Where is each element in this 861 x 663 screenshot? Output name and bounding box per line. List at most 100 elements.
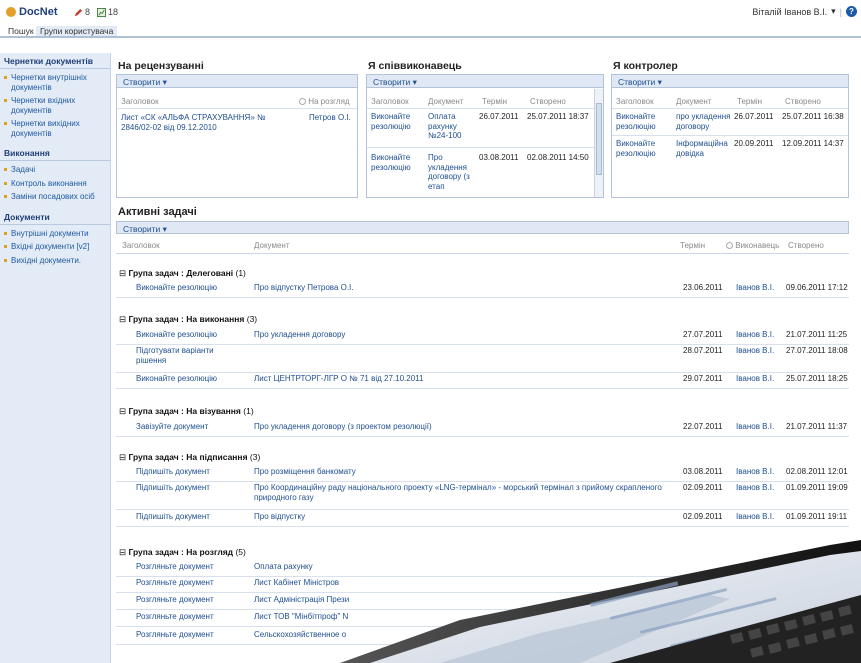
col-header-title[interactable]: Заголовок — [371, 97, 409, 106]
col-header-due[interactable]: Термін — [482, 97, 507, 106]
sidebar-item-substitutes[interactable]: Заміни посадових осіб — [0, 190, 110, 204]
review-row-title[interactable]: Лист «СК «АЛЬФА СТРАХУВАННЯ» № 2846/02-0… — [121, 113, 289, 132]
user-menu[interactable]: Віталій Іванов В.І. ▾ |? — [752, 6, 857, 17]
doc-link[interactable]: про укладення договору — [676, 112, 732, 131]
doc-link[interactable]: Лист ЦЕНТРТОРГ-ЛГР О № 71 від 27.10.2011 — [254, 374, 674, 384]
coexec-create-button[interactable]: Створити ▾ — [367, 75, 603, 88]
doc-link[interactable]: Про укладення договору — [254, 330, 674, 340]
executor: Іванов В.І. — [736, 346, 775, 355]
created-date: 09.06.2011 17:12 — [786, 283, 848, 292]
doc-link[interactable]: Про розміщення банкомату — [254, 467, 674, 477]
review-row-person[interactable]: Петров О.І. — [309, 113, 351, 123]
group-header-approval[interactable]: ⊟ Група задач : На візування (1) — [119, 406, 254, 417]
sidebar-item-tasks[interactable]: Задачі — [0, 163, 110, 177]
docnet-logo-icon — [6, 7, 16, 17]
col-header-title[interactable]: Заголовок — [122, 241, 160, 250]
task-link[interactable]: Розгляньте документ — [136, 612, 246, 622]
created-date: 21.07.2011 11:25 — [786, 330, 848, 339]
sidebar-item-control[interactable]: Контроль виконання — [0, 177, 110, 191]
task-link[interactable]: Виконайте резолюцію — [136, 283, 246, 293]
group-header-delegated[interactable]: ⊟ Група задач : Делеговані (1) — [119, 268, 246, 279]
col-header-created[interactable]: Створено — [785, 97, 821, 106]
executor: Іванов В.І. — [736, 467, 775, 476]
doc-link[interactable]: Про відпустку Петрова О.І. — [254, 283, 674, 293]
col-header-title[interactable]: Заголовок — [121, 97, 159, 106]
created-date: 21.07.2011 11:37 — [786, 422, 848, 431]
tab-user-groups[interactable]: Групи користувача — [36, 26, 118, 36]
doc-link[interactable]: Про укладення договору (з етап — [428, 153, 474, 191]
table-row[interactable] — [116, 372, 849, 373]
coexec-title: Я співвиконавець — [368, 60, 462, 72]
clock-icon — [299, 98, 306, 105]
table-row[interactable] — [116, 436, 849, 437]
task-link[interactable]: Розгляньте документ — [136, 562, 246, 572]
task-link[interactable]: Підпишіть документ — [136, 483, 246, 493]
group-header-in-progress[interactable]: ⊟ Група задач : На виконання (3) — [119, 314, 257, 325]
col-header-doc[interactable]: Документ — [428, 97, 464, 106]
task-link[interactable]: Підпишіть документ — [136, 467, 246, 477]
tasks-counter[interactable]: 8 — [74, 7, 90, 17]
doc-link[interactable]: Оплата рахунку №24-100 — [428, 112, 474, 141]
col-header-title[interactable]: Заголовок — [616, 97, 654, 106]
sidebar-item-outgoing-drafts[interactable]: Чернетки вихідних документів — [0, 117, 110, 140]
due-date: 29.07.2011 — [683, 374, 723, 383]
doc-link[interactable]: Про відпустку — [254, 512, 674, 522]
doc-link[interactable]: Інформаційна довідка — [676, 139, 732, 158]
review-panel: Створити ▾ Заголовок На розгляд Лист «СК… — [116, 74, 358, 198]
sidebar-heading-drafts: Чернетки документів — [0, 53, 110, 69]
col-header-review[interactable]: На розгляд — [299, 97, 350, 106]
task-link[interactable]: Підготувати варіанти рішення — [136, 346, 246, 365]
task-link[interactable]: Виконайте резолюцію — [136, 330, 246, 340]
task-link[interactable]: Підпишіть документ — [136, 512, 246, 522]
task-link[interactable]: Виконайте резолюцію — [371, 112, 421, 131]
tab-search[interactable]: Пошук — [8, 26, 34, 36]
sidebar-item-internal-docs[interactable]: Внутрішні документи — [0, 227, 110, 241]
col-header-due[interactable]: Термін — [680, 241, 705, 250]
task-link[interactable]: Виконайте резолюцію — [136, 374, 246, 384]
due-date: 20.09.2011 — [734, 139, 774, 148]
col-header-created[interactable]: Створено — [788, 241, 824, 250]
sidebar-item-incoming-docs[interactable]: Вхідні документи [v2] — [0, 240, 110, 254]
chart-icon — [97, 7, 106, 17]
table-row[interactable] — [116, 481, 849, 482]
created-date: 25.07.2011 18:37 — [527, 112, 589, 121]
due-date: 26.07.2011 — [479, 112, 519, 121]
task-link[interactable]: Розгляньте документ — [136, 630, 246, 640]
table-row[interactable] — [116, 509, 849, 510]
group-header-review[interactable]: ⊟ Група задач : На розгляд (5) — [119, 547, 246, 558]
table-row[interactable] — [116, 344, 849, 345]
control-create-button[interactable]: Створити ▾ — [612, 75, 848, 88]
review-title: На рецензуванні — [118, 60, 204, 72]
table-row[interactable] — [116, 388, 849, 389]
executor: Іванов В.І. — [736, 283, 775, 292]
tasks-create-button[interactable]: Створити ▾ — [116, 221, 849, 234]
doc-link[interactable]: Про укладення договору (з проектом резол… — [254, 422, 674, 432]
col-header-created[interactable]: Створено — [530, 97, 566, 106]
task-link[interactable]: Завізуйте документ — [136, 422, 246, 432]
docs-counter[interactable]: 18 — [97, 7, 118, 17]
task-link[interactable]: Розгляньте документ — [136, 578, 246, 588]
top-nav: Пошук Групи користувача — [0, 24, 861, 38]
col-header-executor[interactable]: Виконавець — [726, 241, 779, 250]
task-link[interactable]: Розгляньте документ — [136, 595, 246, 605]
coexec-scrollbar[interactable] — [594, 89, 603, 197]
col-header-doc[interactable]: Документ — [676, 97, 712, 106]
col-header-due[interactable]: Термін — [737, 97, 762, 106]
sidebar-item-outgoing-docs[interactable]: Вихідні документи. — [0, 254, 110, 268]
due-date: 03.08.2011 — [479, 153, 519, 162]
app-logo[interactable]: DocNet — [6, 6, 58, 18]
scroll-thumb[interactable] — [596, 103, 602, 175]
table-row[interactable] — [116, 297, 849, 298]
task-link[interactable]: Виконайте резолюцію — [616, 112, 668, 131]
sidebar-item-incoming-drafts[interactable]: Чернетки вхідних документів — [0, 94, 110, 117]
sidebar-item-internal-drafts[interactable]: Чернетки внутрішніх документів — [0, 71, 110, 94]
group-header-signing[interactable]: ⊟ Група задач : На підписання (3) — [119, 452, 260, 463]
help-icon[interactable]: ? — [846, 6, 857, 17]
task-link[interactable]: Виконайте резолюцію — [616, 139, 668, 158]
review-create-button[interactable]: Створити ▾ — [117, 75, 357, 88]
doc-link[interactable]: Про Координаційну раду національного про… — [254, 483, 674, 502]
table-row[interactable] — [116, 526, 849, 527]
col-header-doc[interactable]: Документ — [254, 241, 290, 250]
created-date: 27.07.2011 18:08 — [786, 346, 848, 355]
task-link[interactable]: Виконайте резолюцію — [371, 153, 421, 172]
